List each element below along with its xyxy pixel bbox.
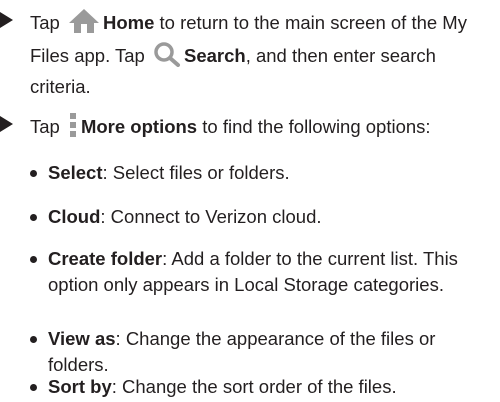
bullet-dot — [30, 256, 37, 263]
home-label: Home — [102, 12, 155, 33]
list-item: Sort by: Change the sort order of the fi… — [30, 374, 496, 400]
list-item: Select: Select files or folders. — [30, 160, 496, 186]
arrow-bullet-icon — [0, 116, 13, 132]
instruction-text: Tap — [30, 12, 65, 33]
list-item: Create folder: Add a folder to the curre… — [30, 246, 496, 298]
list-item: Cloud: Connect to Verizon cloud. — [30, 204, 496, 230]
more-options-label: More options — [80, 116, 198, 137]
list-item: View as: Change the appearance of the fi… — [30, 326, 496, 378]
option-term: Cloud — [48, 206, 101, 227]
instruction-text: Tap — [30, 116, 65, 137]
option-term: Create folder — [48, 248, 163, 269]
option-term: View as — [48, 328, 116, 349]
more-options-instruction: Tap More options to find the following o… — [0, 112, 496, 145]
home-icon — [68, 8, 100, 41]
arrow-bullet-icon — [0, 12, 13, 28]
home-search-instruction: Tap Home to return to the main screen of… — [0, 8, 496, 100]
option-term: Sort by — [48, 376, 112, 397]
search-icon — [153, 41, 181, 74]
option-description: : Connect to Verizon cloud. — [100, 206, 322, 227]
bullet-dot — [30, 170, 37, 177]
bullet-dot — [30, 214, 37, 221]
option-description: : Select files or folders. — [102, 162, 290, 183]
bullet-dot — [30, 336, 37, 343]
option-term: Select — [48, 162, 103, 183]
option-description: : Change the sort order of the files. — [111, 376, 397, 397]
search-label: Search — [183, 45, 246, 66]
more-options-icon — [69, 112, 77, 145]
instruction-text: to find the following options: — [197, 116, 431, 137]
bullet-dot — [30, 384, 37, 391]
